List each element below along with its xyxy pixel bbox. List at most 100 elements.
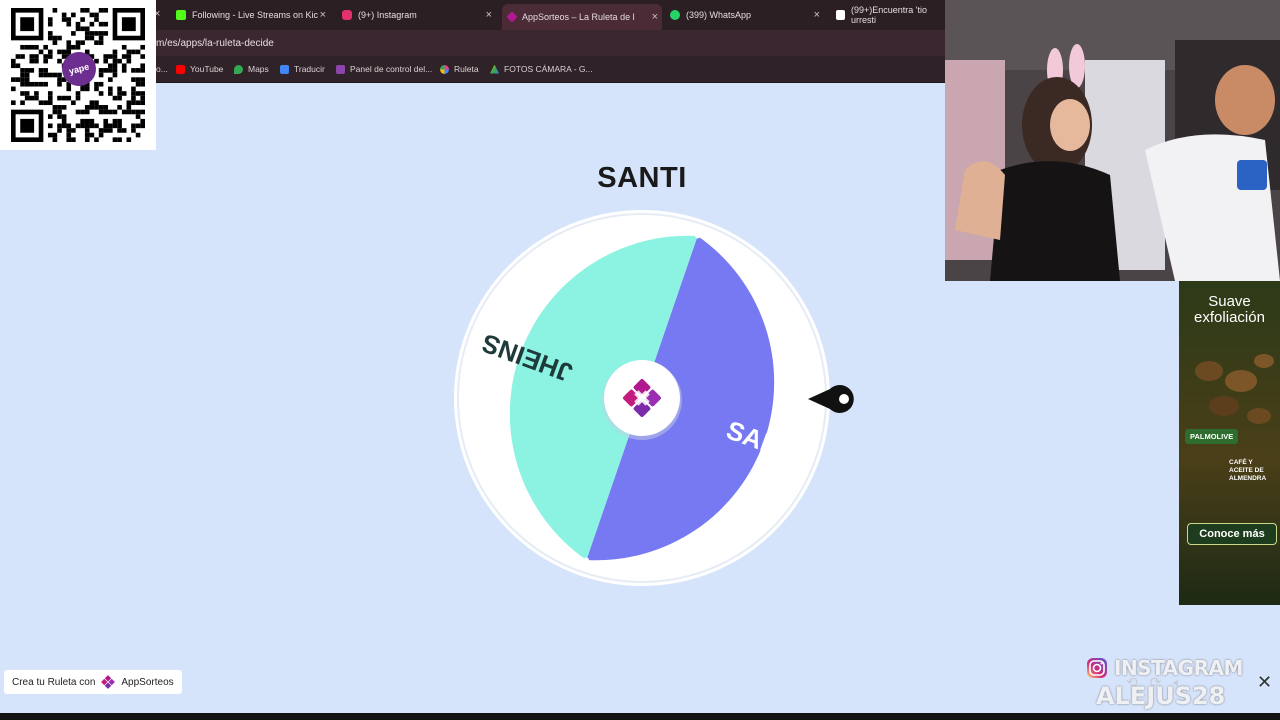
qr-module <box>84 109 90 115</box>
close-tab-icon[interactable]: × <box>814 9 820 21</box>
qr-module <box>135 68 141 73</box>
qr-module <box>98 68 104 73</box>
qr-module <box>98 105 104 110</box>
qr-module <box>117 118 122 124</box>
qr-module <box>117 58 122 64</box>
qr-module <box>80 86 85 92</box>
qr-module <box>84 86 90 92</box>
bookmark-youtube[interactable]: YouTube <box>176 64 223 74</box>
url-text[interactable]: m/es/apps/la-ruleta-decide <box>156 38 274 49</box>
qr-module <box>47 31 53 36</box>
bookmark-ruleta[interactable]: Ruleta <box>440 64 479 74</box>
qr-module <box>47 91 53 96</box>
ad-brand: PALMOLIVE <box>1185 429 1239 444</box>
qr-module <box>75 44 81 50</box>
bookmark-label: YouTube <box>190 64 224 74</box>
qr-module <box>66 137 72 142</box>
qr-module <box>103 68 109 73</box>
qr-module <box>47 35 53 41</box>
qr-module <box>140 68 145 73</box>
tab-instagram[interactable]: (9+) Instagram × <box>336 4 496 26</box>
tab-appsorteos[interactable]: AppSorteos – La Ruleta de l × <box>502 4 662 30</box>
qr-module <box>98 72 104 78</box>
translate-icon <box>280 64 289 74</box>
qr-module <box>112 72 118 78</box>
roulette-wheel[interactable]: SANTI JHEINS <box>452 208 862 592</box>
qr-module <box>135 77 141 82</box>
qr-module <box>24 81 30 87</box>
qr-module <box>20 100 25 106</box>
qr-module <box>57 114 62 119</box>
qr-module <box>43 68 48 73</box>
palmolive-ad[interactable]: Suave exfoliación PALMOLIVE CAFÉ Y ACEIT… <box>1179 281 1280 605</box>
qr-module <box>89 35 95 41</box>
tab-tiktok[interactable]: (99+)Encuentra 'tio urresti <box>830 4 950 26</box>
qr-module <box>98 109 104 115</box>
close-tab-icon[interactable]: × <box>652 11 658 23</box>
qr-module <box>80 123 85 129</box>
qr-module <box>84 123 90 129</box>
qr-module <box>108 128 113 133</box>
qr-module <box>75 21 81 27</box>
qr-module <box>98 21 104 27</box>
qr-module <box>117 123 122 129</box>
qr-module <box>131 95 136 101</box>
qr-module <box>11 63 16 69</box>
qr-module <box>29 81 35 87</box>
qr-module <box>94 123 99 129</box>
qr-finder <box>20 118 35 133</box>
tab-whatsapp[interactable]: (399) WhatsApp × <box>664 4 824 26</box>
qr-module <box>66 86 72 92</box>
tab-label: AppSorteos – La Ruleta de l <box>522 12 635 22</box>
bookmark-traducir[interactable]: Traducir <box>280 64 325 74</box>
qr-module <box>126 58 132 64</box>
close-tab-icon[interactable]: × <box>486 9 492 21</box>
qr-module <box>52 35 58 41</box>
panel-icon <box>336 64 345 74</box>
qr-module <box>15 54 21 59</box>
qr-module <box>131 128 136 133</box>
tab-kick[interactable]: Following - Live Streams on Kic × <box>170 4 330 26</box>
yape-qr-code: yape <box>0 0 156 150</box>
qr-module <box>112 54 118 59</box>
qr-module <box>52 105 58 110</box>
close-tab-icon[interactable]: × <box>320 9 326 21</box>
qr-module <box>89 132 95 138</box>
qr-module <box>89 123 95 129</box>
qr-module <box>140 54 145 59</box>
qr-module <box>94 105 99 110</box>
ad-product: CAFÉ Y ACEITE DE ALMENDRA <box>1229 459 1267 482</box>
bookmark-partial[interactable]: o... <box>156 64 168 74</box>
qr-module <box>47 132 53 138</box>
qr-module <box>47 17 53 22</box>
close-icon[interactable]: ✕ <box>1257 672 1272 693</box>
bookmark-maps[interactable]: Maps <box>234 64 269 74</box>
qr-module <box>131 123 136 129</box>
qr-module <box>112 95 118 101</box>
yape-label: yape <box>67 61 91 77</box>
bookmark-panel[interactable]: Panel de control del... <box>336 64 432 74</box>
bookmark-fotos[interactable]: FOTOS CÁMARA - G... <box>490 64 593 74</box>
qr-module <box>108 109 113 115</box>
qr-module <box>103 8 109 13</box>
crea-ruleta-badge[interactable]: Crea tu Ruleta con AppSorteos <box>4 670 182 694</box>
qr-module <box>20 72 25 78</box>
maps-icon <box>234 64 243 74</box>
qr-module <box>89 105 95 110</box>
qr-module <box>43 81 48 87</box>
qr-module <box>66 44 72 50</box>
qr-module <box>117 86 122 92</box>
qr-module <box>34 95 39 101</box>
qr-module <box>84 35 90 41</box>
qr-module <box>52 8 58 13</box>
qr-module <box>117 91 122 96</box>
qr-module <box>29 44 35 50</box>
qr-module <box>103 109 109 115</box>
qr-module <box>11 100 16 106</box>
qr-module <box>71 100 76 106</box>
qr-module <box>112 58 118 64</box>
qr-module <box>103 54 109 59</box>
ad-cta-button[interactable]: Conoce más <box>1187 523 1277 545</box>
qr-module <box>117 128 122 133</box>
qr-module <box>75 95 81 101</box>
